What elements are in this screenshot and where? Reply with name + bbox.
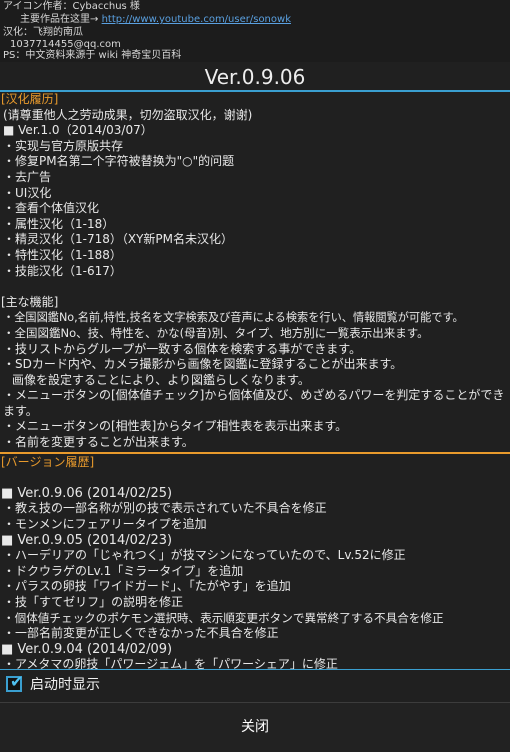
list-item: 画像を設定することにより、より図鑑らしくなります。 <box>12 372 310 387</box>
show-on-startup-checkbox[interactable]: ✔ <box>6 672 23 692</box>
translator-text: 汉化：飞翔的南瓜 <box>3 27 83 38</box>
list-item: ・全国図鑑No,名前,特性,技名を文字検索及び音声による検索を行い、情報閲覧が可… <box>3 311 464 325</box>
list-item: ・ハーデリアの「じゃれつく」が技マシンになっていたので、Lv.52に修正 <box>3 548 406 563</box>
list-item: ・ドクウラゲのLv.1「ミラータイプ」を追加 <box>3 563 244 578</box>
list-item: ・特性汉化（1-188） <box>3 247 122 262</box>
dialog-title: Ver.0.9.06 <box>204 65 306 89</box>
close-button[interactable]: 关闭 <box>0 703 510 752</box>
icon-author-text: アイコン作者：Cybacchus 様 <box>3 1 140 12</box>
features-title: [主な機能] <box>1 294 59 309</box>
credits-header: アイコン作者：Cybacchus 様 主要作品在这里→ http://www.y… <box>0 0 510 62</box>
list-item: ・修复PM名第二个字符被替换为"○"的问题 <box>3 154 235 169</box>
list-item: ・查看个体值汉化 <box>3 201 100 216</box>
version-label: ■ Ver.0.9.04 (2014/02/09) <box>1 641 173 657</box>
list-item: ・SDカード内や、カメラ撮影から画像を図鑑に登録することが出来ます。 <box>3 357 403 372</box>
cn-history-title: [汉化履历] <box>1 92 59 106</box>
list-item: ・去广告 <box>3 169 52 184</box>
list-item: ・メニューボタンの[個体値チェック]から個体値及び、めざめるパワーを判定すること… <box>3 388 505 418</box>
list-item: ・一部名前変更が正しくできなかった不具合を修正 <box>3 626 279 641</box>
show-on-startup-label[interactable]: 启动时显示 <box>30 676 100 694</box>
list-item: ・個体値チェックのポケモン選択時、表示順変更ボタンで異常終了する不具合を修正 <box>3 610 444 625</box>
list-item: ・メニューボタンの[相性表]からタイプ相性表を表示出来ます。 <box>3 419 348 434</box>
youtube-link[interactable]: http://www.youtube.com/user/sonowk <box>102 14 291 25</box>
list-item: ・属性汉化（1-18） <box>3 216 115 231</box>
list-item: ・技能汉化（1-617） <box>3 263 122 278</box>
list-item: ・全国図鑑No、技、特性を、かな(母音)別、タイプ、地方別に一覧表示出来ます。 <box>3 325 429 340</box>
list-item: ・教え技の一部名称が別の技で表示されていた不具合を修正 <box>3 501 327 516</box>
changelog-scroll-area[interactable]: [汉化履历] (请尊重他人之劳动成果，切勿盗取汉化，谢谢) ■ Ver.1.0（… <box>0 92 510 669</box>
section-divider <box>0 451 510 454</box>
list-item: ・モンメンにフェアリータイプを追加 <box>3 517 207 532</box>
list-item: ・精灵汉化（1-718）（XY新PM名未汉化） <box>3 232 234 247</box>
version-label: ■ Ver.0.9.06 (2014/02/25) <box>1 485 173 501</box>
list-item: ・技「すてゼリフ」の説明を修正 <box>3 595 184 609</box>
main-works-line: 主要作品在这里→ http://www.youtube.com/user/son… <box>20 14 291 26</box>
list-item: ・实现与官方原版共存 <box>3 138 124 153</box>
checkmark-icon: ✔ <box>10 672 24 691</box>
list-item: ・パラスの卵技「ワイドガード」、「たがやす」を追加 <box>3 579 291 594</box>
main-works-prefix: 主要作品在这里→ <box>20 14 99 25</box>
version-history-title: [バージョン履歴] <box>1 454 95 469</box>
cn-version-label: ■ Ver.1.0（2014/03/07） <box>3 123 153 138</box>
list-item: ・アメタマの卵技「パワージェム」を「パワーシェア」に修正 <box>3 657 338 669</box>
cn-notice: (请尊重他人之劳动成果，切勿盗取汉化，谢谢) <box>3 107 253 122</box>
version-label: ■ Ver.0.9.05 (2014/02/23) <box>1 532 173 548</box>
list-item: ・UI汉化 <box>3 185 52 200</box>
ps-text: PS：中文资料来源于 wiki 神奇宝贝百科 <box>3 50 182 61</box>
list-item: ・技リストからグループが一致する個体を検索する事ができます。 <box>3 341 362 356</box>
list-item: ・名前を変更することが出来ます。 <box>3 435 194 450</box>
